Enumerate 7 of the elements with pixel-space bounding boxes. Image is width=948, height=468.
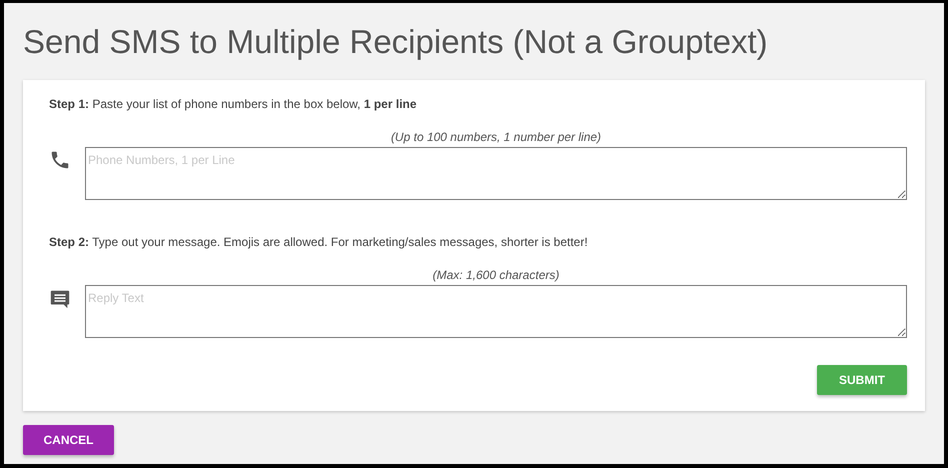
field-hint: (Max: 1,600 characters) — [432, 268, 560, 282]
field-hint: (Up to 100 numbers, 1 number per line) — [390, 130, 602, 144]
step-instruction: Step 2: Type out your message. Emojis are allowed. For marketing/sales messages, shorter is better! — [49, 235, 589, 249]
page-title: Send SMS to Multiple Recipients (Not a Grouptext) — [23, 23, 768, 61]
cancel-button[interactable]: CANCEL — [23, 425, 114, 455]
step-instruction: Step 1: Paste your list of phone numbers in the box below, 1 per line — [49, 97, 418, 111]
phone-icon — [49, 149, 71, 171]
